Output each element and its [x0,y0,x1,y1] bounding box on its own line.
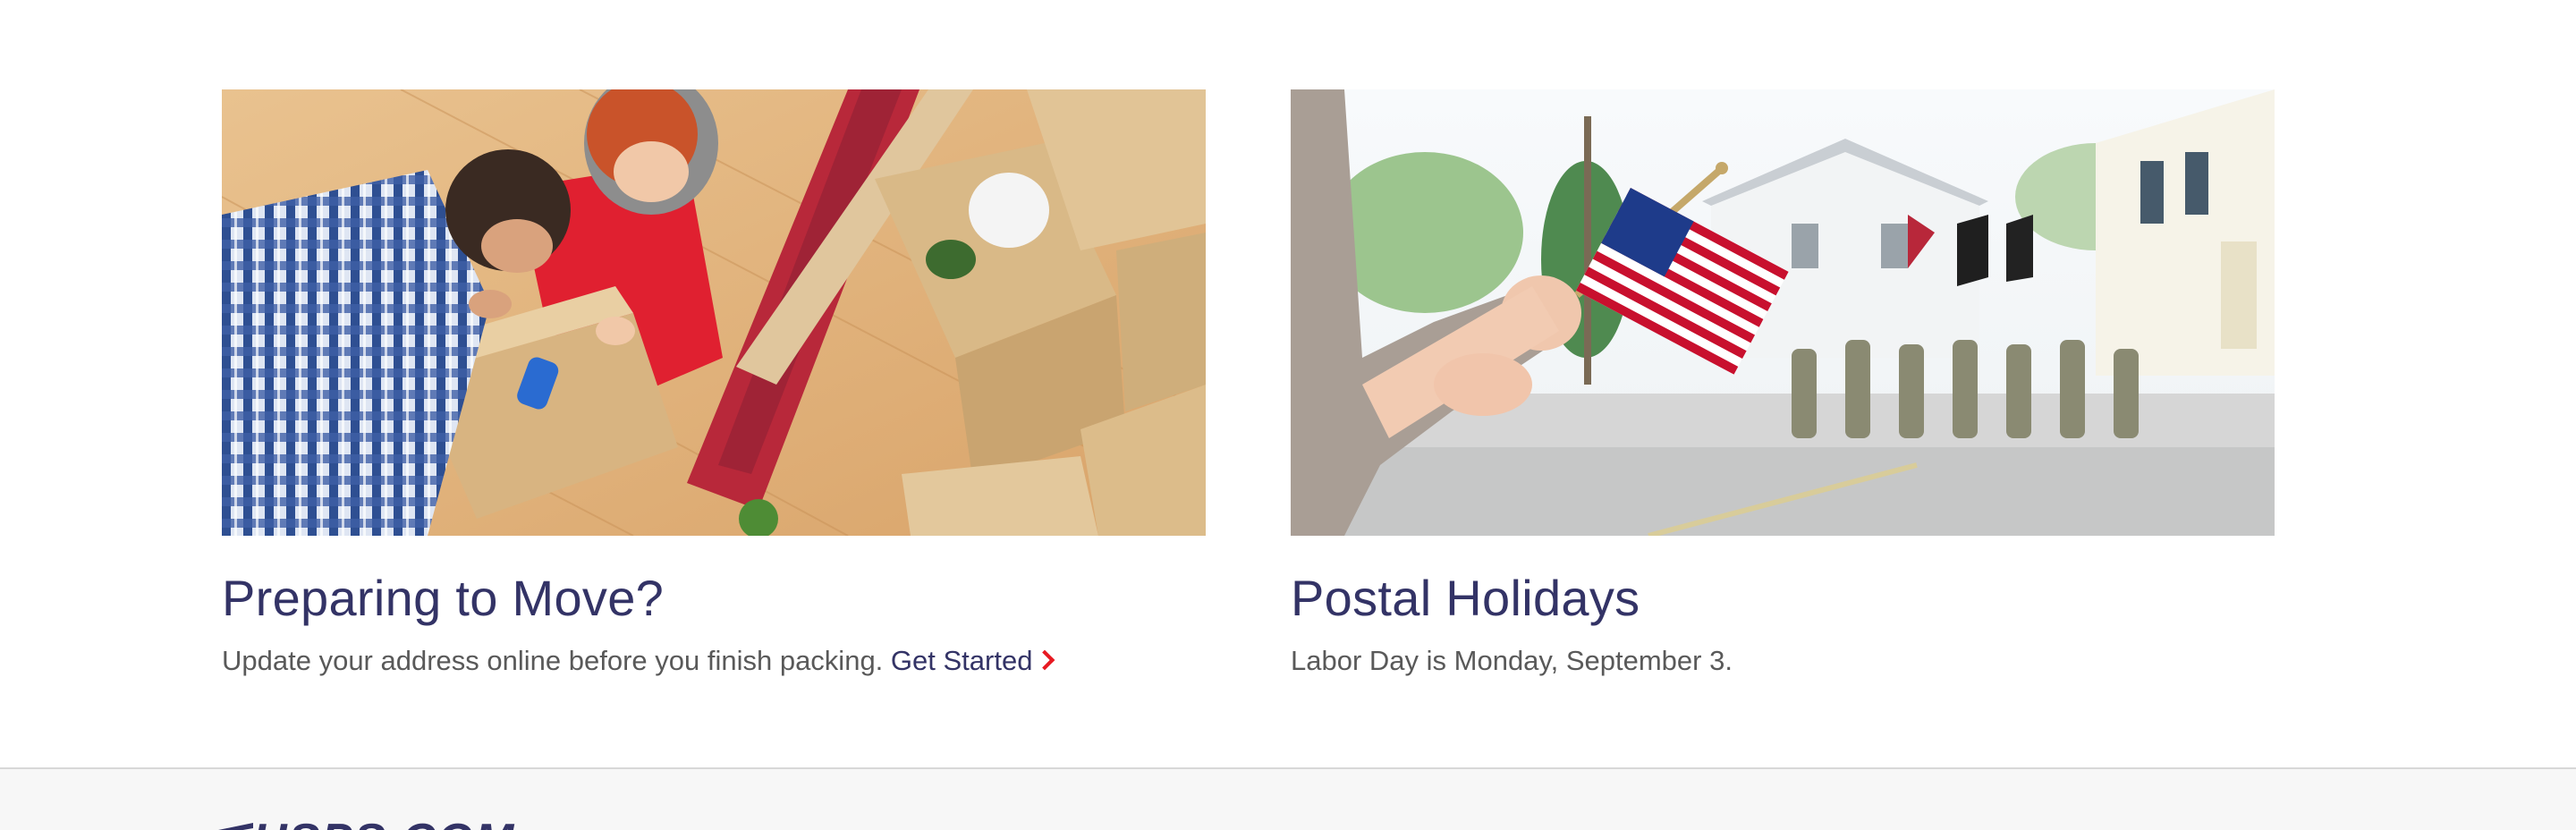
eagle-logo-icon [218,823,253,830]
holidays-card: Postal Holidays Labor Day is Monday, Sep… [1291,89,2275,679]
get-started-link[interactable]: Get Started [890,645,1055,676]
moving-photo-illustration [222,89,1206,536]
moving-photo[interactable] [222,89,1206,536]
moving-card-title: Preparing to Move? [222,570,665,626]
holidays-card-title: Postal Holidays [1291,570,1640,626]
chevron-right-icon [1035,649,1055,671]
moving-card-description-text: Update your address online before you fi… [222,645,884,676]
moving-card-description: Update your address online before you fi… [222,643,1206,679]
holidays-photo[interactable] [1291,89,2275,536]
usps-logo[interactable]: USPS.COM [183,821,577,830]
holidays-photo-illustration [1291,89,2275,536]
page: Preparing to Move? Update your address o… [0,0,2576,830]
get-started-label: Get Started [890,645,1033,676]
moving-card: Preparing to Move? Update your address o… [222,89,1206,679]
usps-logo-text: USPS.COM [253,821,515,830]
footer: USPS.COM [0,767,2576,830]
holidays-card-description: Labor Day is Monday, September 3. [1291,645,1733,676]
